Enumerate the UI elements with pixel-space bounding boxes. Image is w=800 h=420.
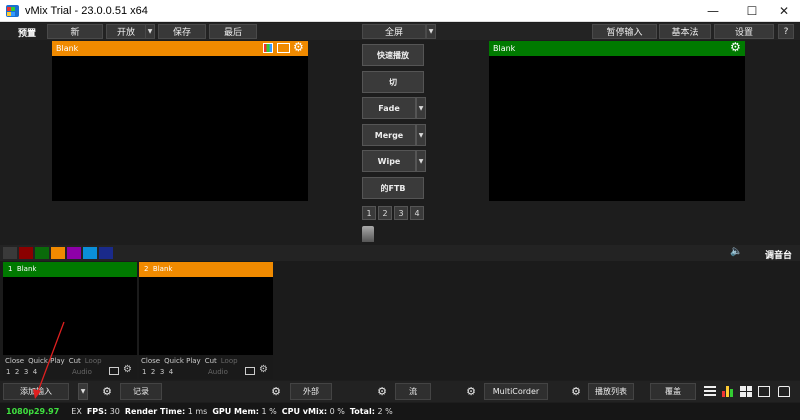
annotation-arrow <box>33 321 65 399</box>
vmix-window: vMix Trial - 23.0.0.51 x64 — ☐ ✕ 预置 新 开放… <box>0 0 800 420</box>
